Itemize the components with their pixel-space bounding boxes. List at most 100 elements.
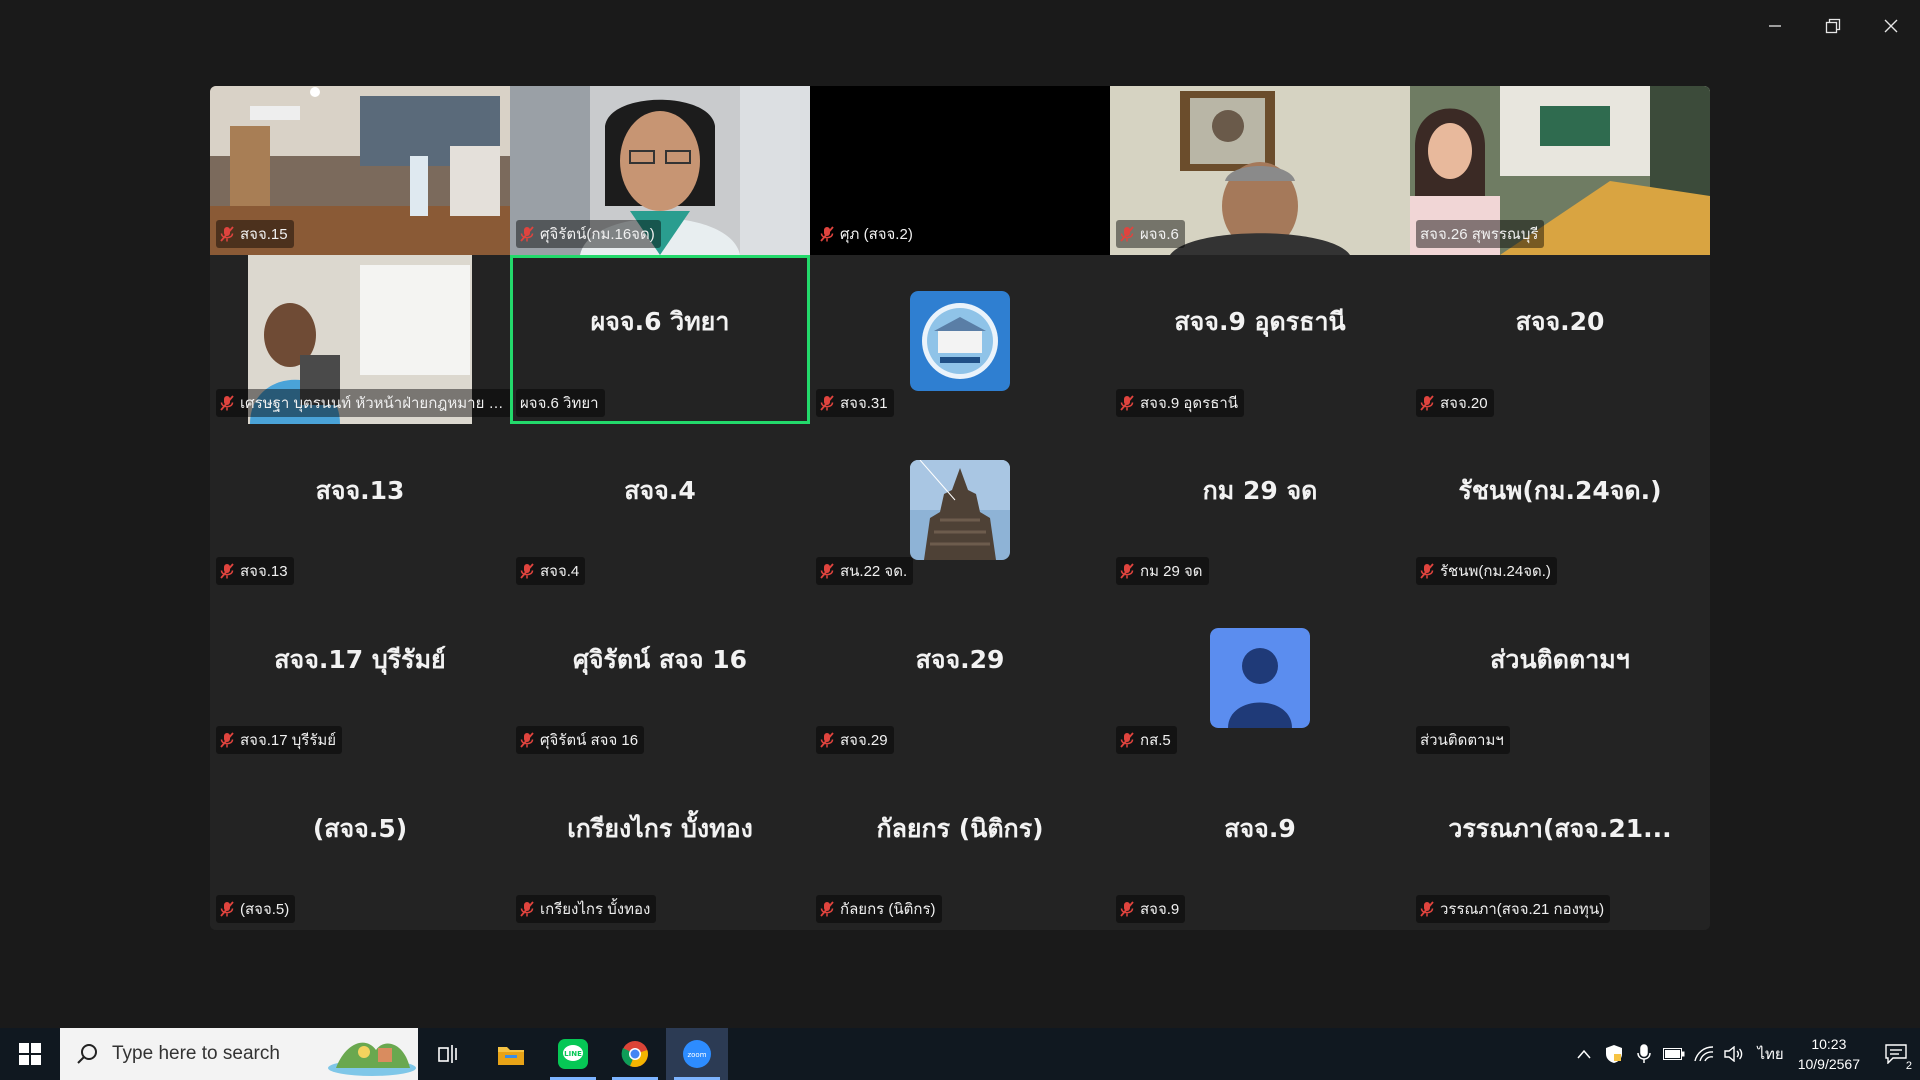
show-hidden-icons-button[interactable] xyxy=(1569,1028,1599,1080)
participant-name: ส่วนติดตามฯ xyxy=(1420,732,1504,750)
participant-name-label: สจจ.9 xyxy=(1116,894,1186,923)
participant-name: สจจ.31 xyxy=(840,394,888,412)
clock-time: 10:23 xyxy=(1811,1036,1847,1052)
restore-icon xyxy=(1825,18,1841,34)
participant-name-label: สจจ.20 xyxy=(1416,388,1494,417)
muted-mic-icon xyxy=(220,563,234,579)
microphone-tray-button[interactable] xyxy=(1629,1028,1659,1080)
volume-tray-button[interactable] xyxy=(1719,1028,1749,1080)
participant-name: ศุจิรัตน์(กม.16จด) xyxy=(540,225,655,243)
participant-name-label: ศุภ (สจจ.2) xyxy=(816,219,919,248)
participant-tile[interactable]: กัลยกร (นิติกร) กัลยกร (นิติกร) xyxy=(810,761,1110,930)
security-tray-button[interactable] xyxy=(1599,1028,1629,1080)
participant-tile[interactable]: สจจ.15 xyxy=(210,86,510,255)
svg-text:LINE: LINE xyxy=(564,1050,582,1058)
participant-tile[interactable]: (สจจ.5) (สจจ.5) xyxy=(210,761,510,930)
default-avatar-icon xyxy=(1210,628,1310,729)
gallery-view: สจจ.15 ศุจิรัตน์(กม.16จด) ศุภ (สจจ.2) ผจจ.6… xyxy=(210,86,1710,930)
participant-tile[interactable]: สจจ.17 บุรีรัมย์ สจจ.17 บุรีรัมย์ xyxy=(210,592,510,762)
profile-picture xyxy=(910,459,1010,560)
muted-mic-icon xyxy=(220,901,234,917)
participant-name-label: กม 29 จด xyxy=(1116,557,1209,586)
participant-name-label: สจจ.17 บุรีรัมย์ xyxy=(216,726,343,755)
task-view-button[interactable] xyxy=(418,1028,480,1080)
participant-name-label: ส่วนติดตามฯ xyxy=(1416,726,1510,755)
participant-tile[interactable]: สจจ.20 สจจ.20 xyxy=(1410,254,1710,424)
participant-tile[interactable]: กส.5 xyxy=(1110,592,1410,762)
participant-name-label: (สจจ.5) xyxy=(216,894,296,923)
participant-tile[interactable]: สจจ.29 สจจ.29 xyxy=(810,592,1110,762)
participant-name: สจจ.4 xyxy=(540,563,580,581)
network-tray-button[interactable] xyxy=(1689,1028,1719,1080)
participant-name: สจจ.17 บุรีรัมย์ xyxy=(240,732,337,750)
participant-name: กัลยกร (นิติกร) xyxy=(840,900,936,918)
muted-mic-icon xyxy=(820,226,834,242)
participant-tile[interactable]: สจจ.13 สจจ.13 xyxy=(210,423,510,593)
participant-tile[interactable]: ศุจิรัตน์ สจจ 16 ศุจิรัตน์ สจจ 16 xyxy=(510,592,810,762)
close-button[interactable] xyxy=(1862,0,1920,52)
muted-mic-icon xyxy=(1120,732,1134,748)
start-button[interactable] xyxy=(0,1028,60,1080)
participant-name: (สจจ.5) xyxy=(240,900,290,918)
muted-mic-icon xyxy=(220,226,234,242)
participant-tile[interactable]: สจจ.9 สจจ.9 xyxy=(1110,761,1410,930)
participant-name-label: ศุจิรัตน์(กม.16จด) xyxy=(516,219,661,248)
participant-display-name: ผจจ.6 วิทยา xyxy=(590,307,730,337)
participant-name: รัชนพ(กม.24จด.) xyxy=(1440,563,1551,581)
muted-mic-icon xyxy=(1120,226,1134,242)
participant-name-label: สจจ.4 xyxy=(516,557,586,586)
participant-display-name: สจจ.29 xyxy=(915,644,1005,674)
line-app-button[interactable]: LINE xyxy=(542,1028,604,1080)
participant-tile[interactable]: ส่วนติดตามฯ ส่วนติดตามฯ xyxy=(1410,592,1710,762)
taskbar-search-box[interactable]: Type here to search xyxy=(60,1028,418,1080)
participant-tile[interactable]: ผจจ.6 วิทยา ผจจ.6 วิทยา xyxy=(510,254,810,424)
participant-name-label: สจจ.9 อุดรธานี xyxy=(1116,388,1245,417)
file-explorer-button[interactable] xyxy=(480,1028,542,1080)
zoom-app-button[interactable]: zoom xyxy=(666,1028,728,1080)
muted-mic-icon xyxy=(1420,901,1434,917)
participant-tile[interactable]: ผจจ.6 xyxy=(1110,86,1410,255)
participant-name-label: วรรณภา(สจจ.21 กองทุน) xyxy=(1416,894,1611,923)
participant-tile[interactable]: กม 29 จด กม 29 จด xyxy=(1110,423,1410,593)
muted-mic-icon xyxy=(520,732,534,748)
participant-name: กส.5 xyxy=(1140,732,1171,750)
system-tray: ไทย 10:23 10/9/2567 2 xyxy=(1569,1028,1920,1080)
action-center-button[interactable]: 2 xyxy=(1872,1028,1920,1080)
file-explorer-icon xyxy=(498,1047,524,1065)
search-icon xyxy=(77,1044,97,1064)
minimize-button[interactable] xyxy=(1746,0,1804,52)
participant-tile[interactable]: ศุจิรัตน์(กม.16จด) xyxy=(510,86,810,255)
participant-tile[interactable]: สจจ.4 สจจ.4 xyxy=(510,423,810,593)
task-view-icon xyxy=(438,1045,457,1063)
participant-tile[interactable]: สจจ.31 xyxy=(810,254,1110,424)
input-language-indicator[interactable]: ไทย xyxy=(1749,1042,1791,1066)
participant-name: สจจ.13 xyxy=(240,563,288,581)
participant-tile[interactable]: ศุภ (สจจ.2) xyxy=(810,86,1110,255)
shield-icon xyxy=(1606,1045,1623,1063)
participant-tile[interactable]: เศรษฐา บุตรนนท์ หัวหน้าฝ่ายกฎหมาย จัดรู.… xyxy=(210,254,510,424)
close-icon xyxy=(1884,19,1898,33)
restore-button[interactable] xyxy=(1804,0,1862,52)
participant-name: เศรษฐา บุตรนนท์ หัวหน้าฝ่ายกฎหมาย จัดรู.… xyxy=(240,394,506,412)
participant-tile[interactable]: สจจ.9 อุดรธานี สจจ.9 อุดรธานี xyxy=(1110,254,1410,424)
participant-tile[interactable]: รัชนพ(กม.24จด.) รัชนพ(กม.24จด.) xyxy=(1410,423,1710,593)
participant-name: สน.22 จด. xyxy=(840,563,908,581)
participant-name: สจจ.9 อุดรธานี xyxy=(1140,394,1239,412)
participant-display-name: ส่วนติดตามฯ xyxy=(1490,644,1630,674)
participant-name-label: ศุจิรัตน์ สจจ 16 xyxy=(516,726,645,755)
chrome-button[interactable] xyxy=(604,1028,666,1080)
participant-tile[interactable]: เกรียงไกร บั้งทอง เกรียงไกร บั้งทอง xyxy=(510,761,810,930)
profile-picture xyxy=(910,290,1010,391)
participant-tile[interactable]: สน.22 จด. xyxy=(810,423,1110,593)
taskbar-clock[interactable]: 10:23 10/9/2567 xyxy=(1792,1034,1872,1074)
participant-name: เกรียงไกร บั้งทอง xyxy=(540,900,651,918)
muted-mic-icon xyxy=(220,395,234,411)
participant-display-name: เกรียงไกร บั้งทอง xyxy=(567,813,753,843)
participant-tile[interactable]: สจจ.26 สุพรรณบุรี xyxy=(1410,86,1710,255)
participant-tile[interactable]: วรรณภา(สจจ.21... วรรณภา(สจจ.21 กองทุน) xyxy=(1410,761,1710,930)
muted-mic-icon xyxy=(520,563,534,579)
muted-mic-icon xyxy=(520,901,534,917)
notification-icon xyxy=(1885,1044,1907,1064)
battery-tray-button[interactable] xyxy=(1659,1028,1689,1080)
search-highlight-art-icon xyxy=(328,1042,416,1076)
